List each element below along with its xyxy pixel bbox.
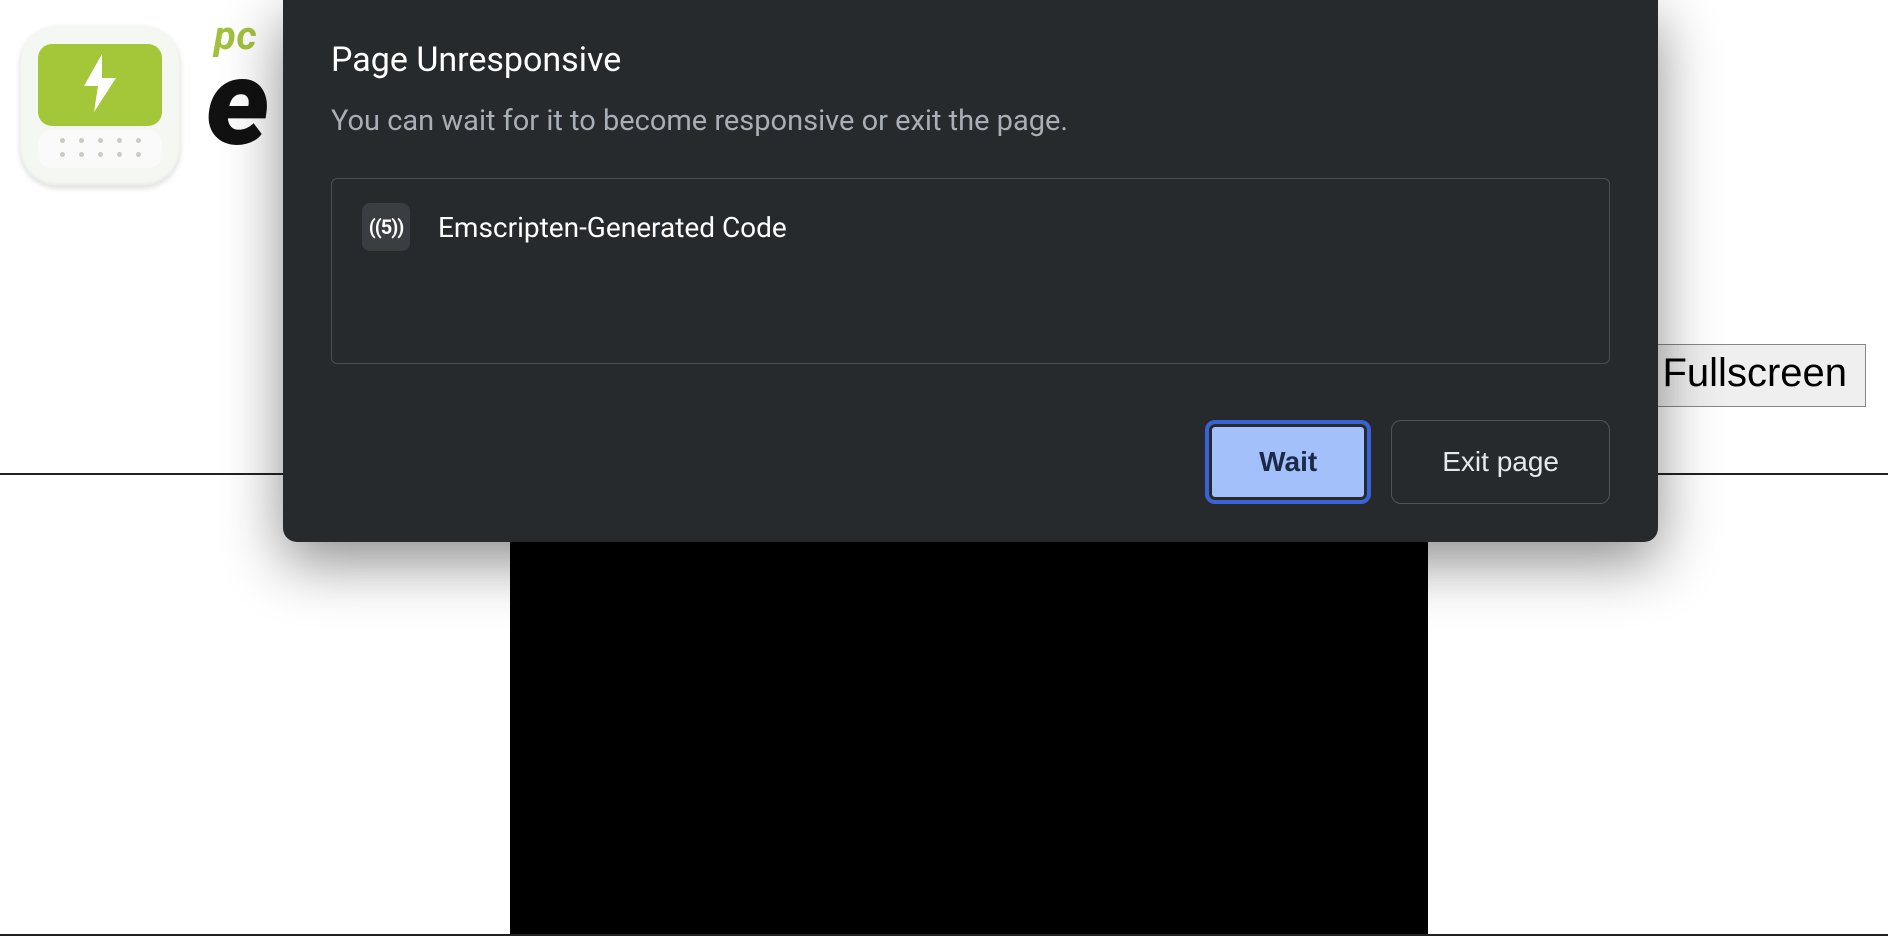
page-favicon: ((5)): [362, 203, 410, 251]
unresponsive-dialog: Page Unresponsive You can wait for it to…: [283, 0, 1658, 542]
wait-button[interactable]: Wait: [1205, 420, 1371, 504]
wordmark: pc e: [206, 16, 269, 156]
canvas-area[interactable]: [510, 476, 1428, 936]
logo-lower: [38, 130, 162, 168]
unresponsive-page-item: ((5)) Emscripten-Generated Code: [362, 203, 1579, 251]
braille-row: [38, 152, 162, 157]
wordmark-big: e: [206, 50, 269, 158]
braille-row: [38, 138, 162, 143]
fullscreen-button[interactable]: Fullscreen: [1643, 344, 1866, 407]
lightning-icon: [80, 54, 120, 112]
unresponsive-page-name: Emscripten-Generated Code: [438, 211, 787, 244]
dialog-subtitle: You can wait for it to become responsive…: [331, 104, 1610, 138]
unresponsive-page-list: ((5)) Emscripten-Generated Code: [331, 178, 1610, 364]
dialog-title: Page Unresponsive: [331, 40, 1610, 80]
emscripten-logo: [20, 26, 180, 186]
logo-upper: [38, 44, 162, 126]
exit-button[interactable]: Exit page: [1391, 420, 1610, 504]
dialog-button-row: Wait Exit page: [331, 420, 1610, 504]
